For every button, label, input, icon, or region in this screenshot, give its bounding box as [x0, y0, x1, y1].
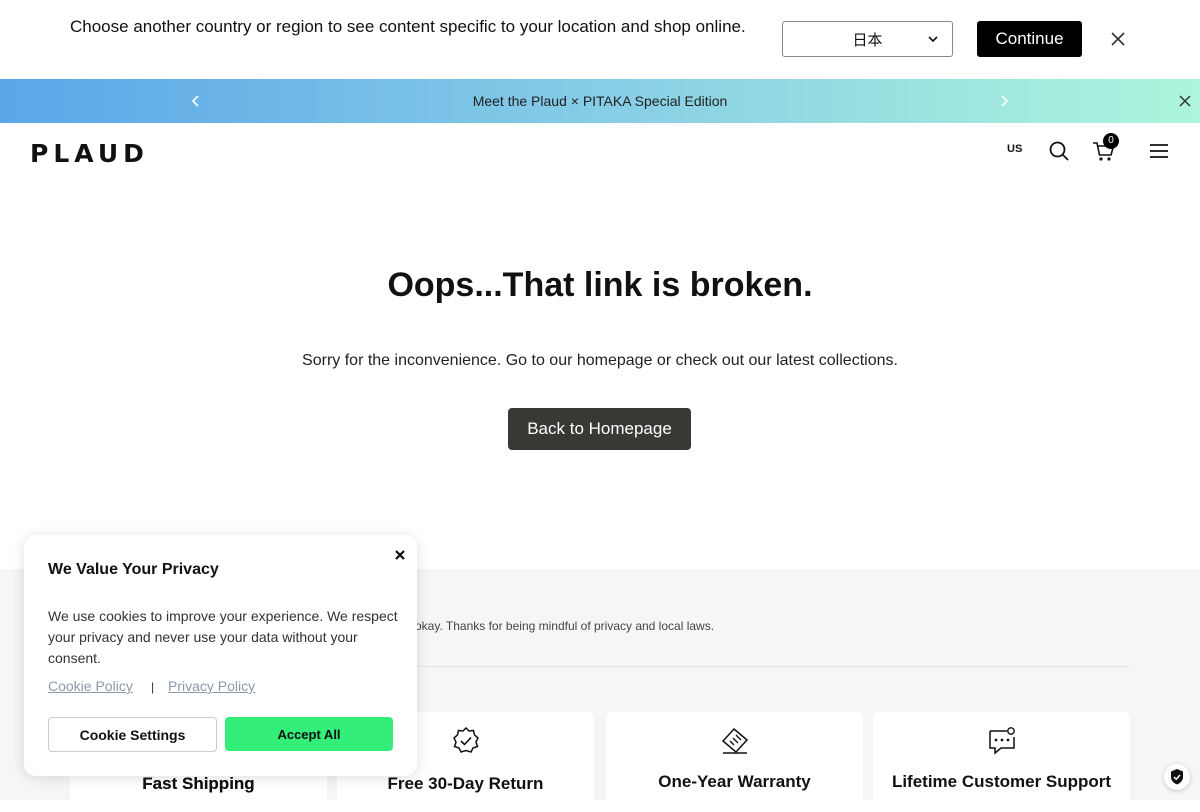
cookie-text: We use cookies to improve your experienc… — [48, 608, 398, 666]
hamburger-menu-icon[interactable] — [1148, 141, 1170, 161]
locale-switcher[interactable]: US — [1007, 143, 1022, 155]
feature-card-support: Lifetime Customer Support — [873, 712, 1130, 812]
warranty-tag-icon — [721, 727, 749, 754]
logo[interactable]: PLAUD — [30, 139, 149, 168]
promo-banner: Meet the Plaud × PITAKA Special Edition — [0, 79, 1200, 123]
link-separator: | — [151, 680, 155, 694]
feature-label: Free 30-Day Return — [387, 774, 544, 793]
shield-check-icon — [1171, 769, 1183, 785]
region-selector-bar: Choose another country or region to see … — [0, 0, 1200, 79]
close-icon[interactable] — [1109, 30, 1127, 48]
site-header: PLAUD US 0 — [0, 123, 1200, 179]
feature-card-warranty: One-Year Warranty — [606, 712, 863, 812]
search-icon[interactable] — [1048, 140, 1070, 162]
chevron-down-icon — [928, 36, 938, 43]
page-title: Oops...That link is broken. — [387, 266, 813, 304]
cart-count-badge: 0 — [1103, 133, 1119, 149]
feature-label: Lifetime Customer Support — [891, 772, 1112, 791]
feature-label-fast-shipping: Fast Shipping — [142, 774, 255, 793]
region-select[interactable]: 日本 — [782, 21, 953, 57]
chat-support-icon — [989, 727, 1015, 755]
region-select-value: 日本 — [852, 31, 883, 49]
feature-label: One-Year Warranty — [658, 772, 811, 791]
continue-button[interactable]: Continue — [977, 21, 1082, 57]
privacy-policy-link[interactable]: Privacy Policy — [168, 678, 255, 694]
cookie-consent-dialog: We Value Your Privacy We use cookies to … — [24, 535, 417, 776]
promo-close-icon[interactable] — [1177, 93, 1193, 109]
accept-all-button[interactable]: Accept All — [225, 717, 393, 751]
cookie-close-icon[interactable] — [394, 549, 406, 561]
chevron-right-icon[interactable] — [997, 93, 1011, 109]
cookie-title: We Value Your Privacy — [48, 561, 219, 578]
cookie-policy-link[interactable]: Cookie Policy — [48, 678, 133, 694]
page-description: Sorry for the inconvenience. Go to our h… — [302, 352, 898, 369]
region-message: Choose another country or region to see … — [70, 17, 746, 36]
privacy-notice-text: ir okay. Thanks for being mindful of pri… — [405, 619, 715, 633]
security-shield-badge[interactable] — [1164, 764, 1190, 790]
back-to-homepage-button[interactable]: Back to Homepage — [508, 408, 691, 450]
promo-text[interactable]: Meet the Plaud × PITAKA Special Edition — [0, 79, 1200, 123]
cookie-settings-button[interactable]: Cookie Settings — [48, 717, 217, 752]
badge-check-icon — [453, 726, 479, 753]
